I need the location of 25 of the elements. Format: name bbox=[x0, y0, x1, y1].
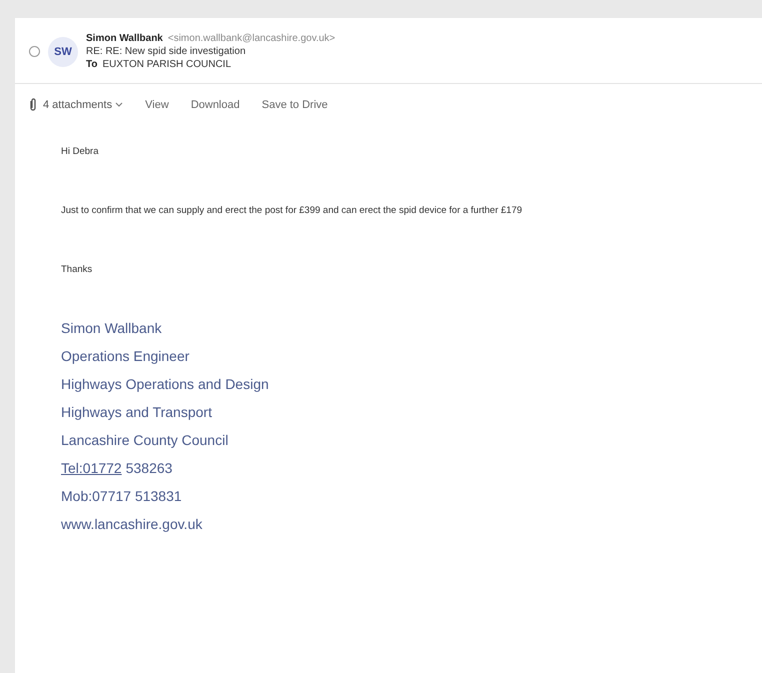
signature-line: Highways and Transport bbox=[61, 404, 212, 420]
subject: RE: RE: New spid side investigation bbox=[86, 45, 247, 58]
phone-link[interactable]: Tel:01772 bbox=[61, 460, 122, 476]
chevron-icon bbox=[115, 102, 124, 108]
sender-address: <simon.wallbank@lancashire.gov.uk> bbox=[168, 32, 336, 45]
message-paragraph: Thanks bbox=[61, 264, 94, 275]
attachment-action[interactable]: Save to Drive bbox=[262, 99, 328, 111]
sender-name: Simon Wallbank bbox=[86, 32, 163, 45]
signature-line: 538263 bbox=[126, 460, 172, 476]
message-paragraph: Hi Debra bbox=[61, 146, 100, 157]
to-label: To bbox=[86, 58, 98, 71]
avatar: SW bbox=[48, 36, 78, 66]
signature-line: Mob:07717 513831 bbox=[61, 488, 182, 504]
signature-line: Highways Operations and Design bbox=[61, 376, 269, 392]
attachment-action[interactable]: View bbox=[145, 99, 169, 111]
select-radio[interactable] bbox=[29, 46, 40, 57]
signature-line: www.lancashire.gov.uk bbox=[61, 516, 202, 532]
attachments-dropdown[interactable]: 4 attachments bbox=[43, 99, 124, 111]
signature-line: Simon Wallbank bbox=[61, 320, 162, 336]
attachment-action[interactable]: Download bbox=[190, 99, 240, 111]
signature-line: Operations Engineer bbox=[61, 348, 190, 364]
paperclip-icon bbox=[29, 98, 37, 112]
message-paragraph: Just to confirm that we can supply and erect the post for £399 and can erect the spid device for a further £179 bbox=[61, 205, 524, 216]
signature-line: Lancashire County Council bbox=[61, 432, 228, 448]
recipient: EUXTON PARISH COUNCIL bbox=[102, 58, 232, 71]
